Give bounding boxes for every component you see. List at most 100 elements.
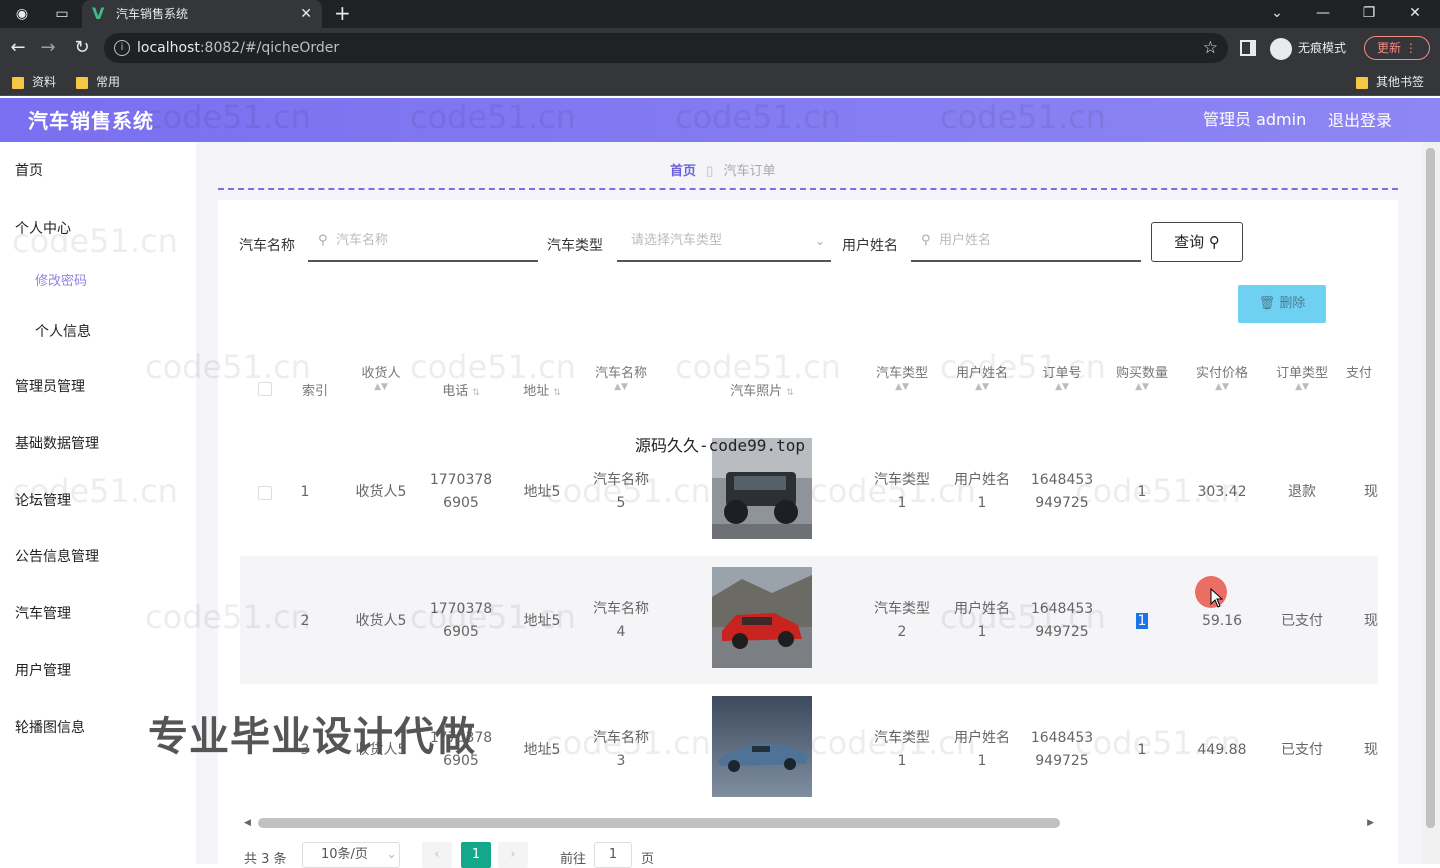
cell-address: 地址5: [523, 742, 561, 758]
cell-pay-status: 现: [1364, 742, 1378, 758]
tab-search-icon[interactable]: ▭: [52, 4, 72, 24]
sort-icon: ⇅: [472, 388, 480, 398]
promo-watermark: 专业毕业设计代做: [148, 714, 476, 760]
query-button[interactable]: 查询 ⚲: [1151, 222, 1243, 262]
cell-order-no: 1648453 949725: [1030, 730, 1094, 769]
pagination-total: 共 3 条: [244, 852, 287, 867]
car-type-label: 汽车类型: [547, 238, 603, 254]
sidebar-item-admin-mgmt[interactable]: 管理员管理: [15, 376, 85, 396]
breadcrumb-current: 汽车订单: [723, 164, 776, 179]
cell-car-name: 汽车名称 4: [593, 601, 649, 640]
cell-receiver: 收货人5: [355, 484, 407, 500]
car-name-input[interactable]: ⚲ 汽车名称: [308, 222, 538, 262]
cell-car-type: 汽车类型 1: [874, 472, 930, 511]
goto-label: 前往: [560, 852, 587, 867]
tab-list-chevron-icon[interactable]: ⌄: [1262, 0, 1292, 26]
next-page-button[interactable]: ›: [498, 842, 528, 868]
goto-page-input[interactable]: 1: [594, 842, 632, 868]
page-suffix-label: 页: [641, 852, 655, 867]
cell-address: 地址5: [523, 613, 561, 629]
window-close-icon[interactable]: ✕: [1400, 0, 1430, 26]
col-car-type[interactable]: 汽车类型 ▲▼: [866, 362, 938, 393]
bookmark-folder-ziliao[interactable]: 资料: [12, 68, 56, 96]
sidebar-item-personal-info[interactable]: 个人信息: [35, 321, 91, 341]
mouse-pointer-icon: [1210, 588, 1224, 608]
sidebar-item-change-password[interactable]: 修改密码: [35, 270, 87, 289]
incognito-indicator[interactable]: 无痕模式: [1270, 36, 1346, 60]
col-phone[interactable]: 电话 ⇅: [422, 380, 500, 399]
site-info-icon[interactable]: i: [114, 40, 130, 56]
col-index[interactable]: 索引: [290, 380, 340, 399]
folder-icon: [1356, 76, 1368, 89]
scroll-right-arrow-icon[interactable]: ▶: [1367, 814, 1374, 832]
browser-profile-icon[interactable]: ◉: [12, 4, 32, 24]
other-bookmarks[interactable]: 其他书签: [1356, 68, 1424, 96]
cell-order-no: 1648453 949725: [1030, 601, 1094, 640]
page-size-select[interactable]: 10条/页 ⌄: [302, 842, 400, 868]
new-tab-icon[interactable]: +: [334, 0, 351, 26]
breadcrumb-home[interactable]: 首页: [670, 164, 696, 179]
side-panel-icon[interactable]: [1240, 40, 1256, 56]
cell-user-name: 用户姓名 1: [954, 601, 1010, 640]
car-name-label: 汽车名称: [239, 238, 295, 254]
address-bar[interactable]: i localhost:8082/#/qicheOrder ☆: [104, 33, 1228, 63]
row-checkbox[interactable]: [258, 486, 272, 500]
col-receiver[interactable]: 收货人 ▲▼: [346, 362, 416, 393]
sidebar-item-notice-mgmt[interactable]: 公告信息管理: [15, 546, 99, 566]
tab-close-icon[interactable]: ✕: [300, 0, 312, 28]
user-name-label: 用户姓名: [842, 238, 898, 254]
scroll-left-arrow-icon[interactable]: ◀: [244, 814, 251, 832]
col-paid-price[interactable]: 实付价格 ▲▼: [1186, 362, 1258, 393]
car-type-select[interactable]: 请选择汽车类型 ⌄: [617, 222, 831, 262]
user-name-input[interactable]: ⚲ 用户姓名: [911, 222, 1141, 262]
restore-icon[interactable]: ❐: [1354, 0, 1384, 26]
select-all-checkbox[interactable]: [258, 382, 272, 396]
prev-page-button[interactable]: ‹: [422, 842, 452, 868]
browser-toolbar: ← → ↻ i localhost:8082/#/qicheOrder ☆ 无痕…: [0, 28, 1440, 68]
sidebar-item-forum-mgmt[interactable]: 论坛管理: [15, 490, 71, 510]
sort-icon: ▲▼: [614, 382, 628, 392]
reload-icon[interactable]: ↻: [70, 36, 94, 60]
sidebar-item-carousel-mgmt[interactable]: 轮播图信息: [15, 717, 85, 737]
breadcrumb: 首页 ▯ 汽车订单: [670, 160, 775, 179]
horizontal-scrollbar-thumb[interactable]: [258, 818, 1060, 828]
car-photo-red-sedan: [712, 567, 812, 668]
col-pay-status[interactable]: 支付: [1346, 362, 1378, 381]
cell-car-type: 汽车类型 2: [874, 601, 930, 640]
breadcrumb-separator-icon: ▯: [706, 164, 714, 179]
trash-icon: 🗑: [1258, 296, 1276, 311]
col-order-type[interactable]: 订单类型 ▲▼: [1266, 362, 1338, 393]
sort-icon: ⇅: [553, 388, 561, 398]
col-car-name[interactable]: 汽车名称 ▲▼: [584, 362, 658, 393]
minimize-icon[interactable]: —: [1308, 0, 1338, 26]
update-button[interactable]: 更新 ⋮: [1364, 36, 1430, 60]
bookmark-folder-changyong[interactable]: 常用: [76, 68, 120, 96]
sidebar-item-user-mgmt[interactable]: 用户管理: [15, 660, 71, 680]
sidebar-item-personal-center[interactable]: 个人中心: [15, 218, 71, 238]
delete-button[interactable]: 🗑 删除: [1238, 285, 1326, 323]
table-horizontal-scrollbar[interactable]: ◀ ▶: [240, 814, 1378, 832]
browser-tab-active[interactable]: V 汽车销售系统 ✕: [82, 0, 322, 28]
logout-link[interactable]: 退出登录: [1328, 98, 1392, 144]
sort-icon: ⇅: [786, 388, 794, 398]
back-arrow-icon[interactable]: ←: [6, 36, 30, 60]
page-scrollbar-thumb[interactable]: [1426, 148, 1435, 828]
sidebar-item-base-data-mgmt[interactable]: 基础数据管理: [15, 433, 99, 453]
col-order-no[interactable]: 订单号 ▲▼: [1026, 362, 1098, 393]
sidebar-item-home[interactable]: 首页: [15, 160, 43, 180]
col-user-name[interactable]: 用户姓名 ▲▼: [946, 362, 1018, 393]
cell-receiver: 收货人5: [355, 613, 407, 629]
cell-user-name: 用户姓名 1: [954, 472, 1010, 511]
forward-arrow-icon[interactable]: →: [36, 36, 60, 60]
sort-icon: ▲▼: [975, 382, 989, 392]
sidebar-item-car-mgmt[interactable]: 汽车管理: [15, 603, 71, 623]
cell-order-type: 已支付: [1281, 742, 1323, 758]
col-car-photo[interactable]: 汽车照片 ⇅: [664, 380, 860, 399]
bookmark-star-icon[interactable]: ☆: [1203, 33, 1218, 63]
col-quantity[interactable]: 购买数量 ▲▼: [1106, 362, 1178, 393]
cell-index: 2: [300, 613, 310, 629]
page-number-current[interactable]: 1: [461, 842, 491, 868]
folder-icon: [12, 76, 24, 89]
col-address[interactable]: 地址 ⇅: [506, 380, 578, 399]
tab-title: 汽车销售系统: [116, 7, 189, 21]
